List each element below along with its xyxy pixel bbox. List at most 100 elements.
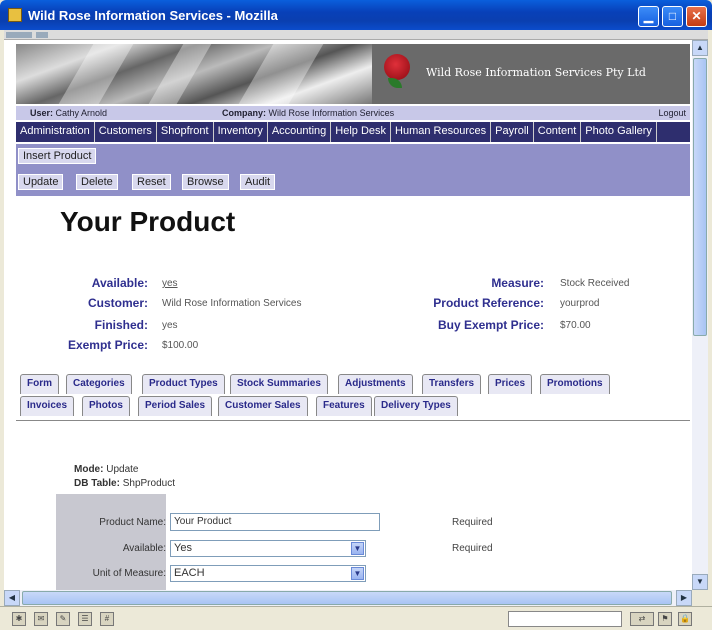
status-bar: ✱ ✉ ✎ ☰ # ⇄ ⚑ 🔒 (0, 606, 712, 630)
tab-stock-summaries[interactable]: Stock Summaries (230, 374, 328, 394)
tab-categories[interactable]: Categories (66, 374, 132, 394)
field-value-finished: yes (162, 320, 178, 331)
tab-promotions[interactable]: Promotions (540, 374, 610, 394)
mode-info: Mode: Update (74, 464, 138, 475)
navigator-icon[interactable]: ✱ (12, 612, 26, 626)
field-label-buy-exempt-price: Buy Exempt Price: (437, 318, 544, 332)
tab-form[interactable]: Form (20, 374, 59, 394)
popup-blocker-icon: ⚑ (658, 612, 672, 626)
toolbar-grip (4, 30, 708, 40)
menu-photo-gallery[interactable]: Photo Gallery (581, 122, 657, 142)
db-table-info: DB Table: ShpProduct (74, 478, 175, 489)
chevron-down-icon[interactable]: ▼ (351, 542, 364, 555)
tab-customer-sales[interactable]: Customer Sales (218, 396, 308, 416)
menu-content[interactable]: Content (534, 122, 582, 142)
mozilla-app-icon (8, 8, 22, 22)
tab-features[interactable]: Features (316, 396, 372, 416)
scroll-right-icon[interactable]: ▶ (676, 590, 692, 606)
field-value-exempt-price: $100.00 (162, 340, 199, 351)
menu-customers[interactable]: Customers (95, 122, 157, 142)
tab-prices[interactable]: Prices (488, 374, 533, 394)
company-brand: Wild Rose Information Services Pty Ltd (426, 66, 646, 79)
menu-administration[interactable]: Administration (16, 122, 95, 142)
field-label-finished: Finished: (94, 318, 148, 332)
field-label-customer: Customer: (87, 296, 148, 310)
field-label-available: Available: (91, 276, 148, 290)
user-value: Cathy Arnold (55, 108, 108, 118)
title-bar: Wild Rose Information Services - Mozilla… (0, 0, 712, 30)
tab-product-types[interactable]: Product Types (142, 374, 225, 394)
user-info: User: Cathy Arnold (30, 108, 107, 118)
chevron-down-icon[interactable]: ▼ (351, 567, 364, 580)
product-name-input[interactable]: Your Product (170, 513, 380, 531)
unit-of-measure-label: Unit of Measure: (92, 568, 166, 579)
field-value-product-reference: yourprod (560, 298, 600, 309)
company-label: Company: (222, 108, 267, 118)
escalator-photo (16, 44, 372, 104)
scroll-left-icon[interactable]: ◀ (4, 590, 20, 606)
tab-photos[interactable]: Photos (82, 396, 130, 416)
tab-invoices[interactable]: Invoices (20, 396, 75, 416)
tab-adjustments[interactable]: Adjustments (338, 374, 413, 394)
menu-human-resources[interactable]: Human Resources (391, 122, 492, 142)
field-value-available[interactable]: yes (162, 278, 178, 289)
toolbar-grip-handle[interactable] (36, 32, 48, 38)
db-table-label: DB Table: (74, 478, 120, 489)
minimize-button[interactable]: ▁ (638, 6, 659, 27)
user-label: User: (30, 108, 54, 118)
irc-chat-icon[interactable]: # (100, 612, 114, 626)
mail-icon[interactable]: ✉ (34, 612, 48, 626)
user-bar: User: Cathy Arnold Company: Wild Rose In… (16, 106, 690, 120)
menu-help-desk[interactable]: Help Desk (331, 122, 392, 142)
db-table-value: ShpProduct (122, 478, 175, 489)
vertical-scrollbar[interactable]: ▲ ▼ (692, 40, 708, 590)
product-title: Your Product (60, 206, 236, 237)
field-label-exempt-price: Exempt Price: (67, 338, 148, 352)
product-name-required: Required (452, 517, 493, 528)
available-required: Required (452, 543, 493, 554)
toolbar-grip-handle[interactable] (6, 32, 32, 38)
horizontal-scroll-thumb[interactable] (22, 591, 672, 605)
company-value: Wild Rose Information Services (268, 108, 395, 118)
main-menu: Administration Customers Shopfront Inven… (16, 122, 690, 142)
menu-inventory[interactable]: Inventory (214, 122, 268, 142)
tab-divider (16, 420, 690, 421)
tab-period-sales[interactable]: Period Sales (138, 396, 213, 416)
window-title: Wild Rose Information Services - Mozilla (28, 8, 278, 23)
vertical-scroll-thumb[interactable] (693, 58, 707, 336)
logout-link[interactable]: Logout (658, 108, 686, 118)
progress-field (508, 611, 622, 627)
menu-payroll[interactable]: Payroll (491, 122, 534, 142)
tab-delivery-types[interactable]: Delivery Types (374, 396, 458, 416)
close-button[interactable]: ✕ (686, 6, 707, 27)
page-viewport: Wild Rose Information Services Pty Ltd U… (4, 40, 692, 590)
tab-transfers[interactable]: Transfers (422, 374, 482, 394)
menu-shopfront[interactable]: Shopfront (157, 122, 214, 142)
field-value-customer: Wild Rose Information Services (162, 298, 302, 309)
product-name-label: Product Name: (99, 517, 166, 528)
action-bar: Insert Product Update Delete Reset Brows… (16, 144, 690, 196)
field-value-measure: Stock Received (560, 278, 630, 289)
address-book-icon[interactable]: ☰ (78, 612, 92, 626)
available-label: Available: (122, 543, 166, 554)
scroll-down-icon[interactable]: ▼ (692, 574, 708, 590)
maximize-button[interactable]: □ (662, 6, 683, 27)
field-label-measure: Measure: (491, 276, 544, 290)
audit-button[interactable]: Audit (240, 174, 276, 190)
delete-button[interactable]: Delete (76, 174, 118, 190)
scroll-up-icon[interactable]: ▲ (692, 40, 708, 56)
reset-button[interactable]: Reset (132, 174, 171, 190)
available-select[interactable]: Yes ▼ (170, 540, 366, 557)
rose-logo-icon (384, 54, 410, 80)
company-info: Company: Wild Rose Information Services (222, 108, 394, 118)
menu-accounting[interactable]: Accounting (268, 122, 332, 142)
insert-product-button[interactable]: Insert Product (18, 148, 97, 164)
mode-value: Update (106, 464, 139, 475)
update-button[interactable]: Update (18, 174, 64, 190)
horizontal-scrollbar[interactable]: ◀ ▶ (4, 590, 692, 606)
composer-icon[interactable]: ✎ (56, 612, 70, 626)
field-label-product-reference: Product Reference: (433, 296, 544, 310)
browse-button[interactable]: Browse (182, 174, 229, 190)
unit-of-measure-select[interactable]: EACH ▼ (170, 565, 366, 582)
available-select-value: Yes (174, 542, 192, 554)
